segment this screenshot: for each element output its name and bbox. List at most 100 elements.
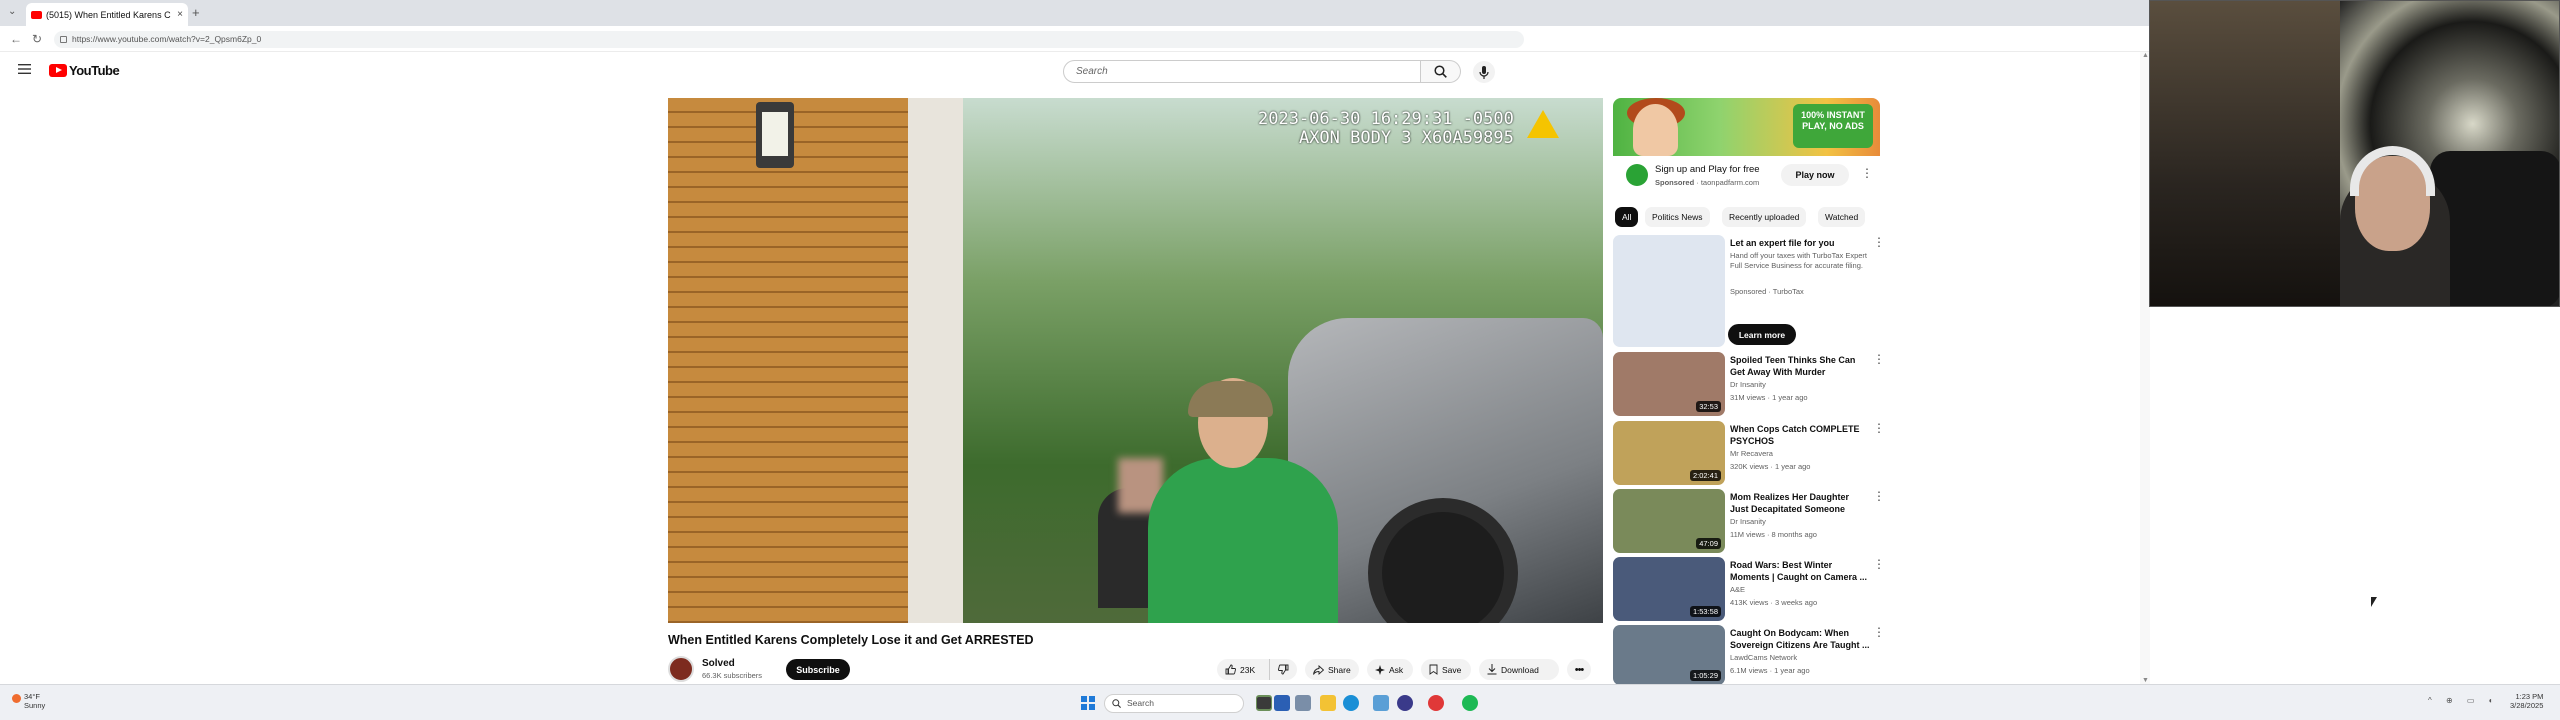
- weather-widget[interactable]: 34°F Sunny: [12, 692, 45, 710]
- recommended-channel-name[interactable]: Mr Recavera: [1730, 449, 1870, 459]
- channel-avatar[interactable]: [668, 656, 694, 682]
- more-vertical-icon[interactable]: ⋮: [1873, 421, 1885, 435]
- recommended-channel-name[interactable]: Dr Insanity: [1730, 380, 1870, 390]
- video-player[interactable]: [668, 98, 1603, 623]
- house-siding-image: [668, 98, 930, 623]
- recommended-channel-name[interactable]: Hand off your taxes with TurboTax Expert…: [1730, 251, 1870, 271]
- ad-banner-image[interactable]: 100% INSTANT PLAY, NO ADS: [1613, 98, 1880, 156]
- recommended-channel-name[interactable]: A&E: [1730, 585, 1870, 595]
- share-label: Share: [1328, 664, 1351, 675]
- woman-cap-image: [1188, 381, 1273, 417]
- new-tab-button[interactable]: +: [192, 5, 200, 20]
- taskbar-clock[interactable]: 1:23 PM 3/28/2025: [2510, 692, 2543, 710]
- webcam-wall-image: [2150, 1, 2350, 306]
- sparkle-icon: [1375, 664, 1385, 675]
- recommended-video-title[interactable]: Road Wars: Best Winter Moments | Caught …: [1730, 559, 1870, 583]
- bookmark-icon: [1429, 664, 1438, 675]
- taskbar-app-icon[interactable]: [1295, 695, 1311, 711]
- ask-label: Ask: [1389, 664, 1404, 675]
- more-horizontal-icon: •••: [1574, 663, 1585, 676]
- recommended-video-meta: 413K views · 3 weeks ago: [1730, 598, 1818, 607]
- recommended-video-meta: 11M views · 8 months ago: [1730, 530, 1817, 539]
- browser-tab-bar: [0, 0, 2150, 26]
- video-thumbnail[interactable]: 1:53:58: [1613, 557, 1725, 621]
- bodycam-timestamp-overlay: 2023-06-30 16:29:31 -0500 AXON BODY 3 X6…: [1258, 110, 1514, 148]
- learn-more-button[interactable]: Learn more: [1728, 324, 1796, 345]
- mouse-cursor-icon: [2371, 597, 2377, 607]
- spotify-icon[interactable]: [1462, 695, 1478, 711]
- url-field[interactable]: https://www.youtube.com/watch?v=2_Qpsm6Z…: [54, 31, 1524, 48]
- video-thumbnail[interactable]: [1613, 235, 1725, 347]
- video-thumbnail[interactable]: 1:05:29: [1613, 625, 1725, 685]
- recommended-video-title[interactable]: Mom Realizes Her Daughter Just Decapitat…: [1730, 491, 1870, 515]
- like-button[interactable]: 23K: [1217, 659, 1269, 680]
- bodycam-timestamp: 2023-06-30 16:29:31 -0500: [1258, 109, 1514, 129]
- file-explorer-icon[interactable]: [1320, 695, 1336, 711]
- back-arrow-icon[interactable]: ←: [10, 32, 22, 46]
- recommended-video-title[interactable]: When Cops Catch COMPLETE PSYCHOS: [1730, 423, 1870, 447]
- dislike-button[interactable]: [1269, 659, 1297, 680]
- chip-watched[interactable]: Watched: [1818, 207, 1866, 227]
- more-actions-button[interactable]: •••: [1567, 659, 1591, 680]
- ad-more-vertical-icon[interactable]: ⋮: [1861, 166, 1873, 180]
- channel-name[interactable]: Solved: [702, 658, 735, 669]
- video-thumbnail[interactable]: 32:53: [1613, 352, 1725, 416]
- weather-sun-icon: [12, 694, 21, 703]
- search-input[interactable]: Search: [1063, 60, 1421, 83]
- url-text: https://www.youtube.com/watch?v=2_Qpsm6Z…: [72, 34, 262, 44]
- hamburger-menu-icon[interactable]: [18, 64, 31, 74]
- discord-icon[interactable]: [1397, 695, 1413, 711]
- video-title: When Entitled Karens Completely Lose it …: [668, 633, 1034, 647]
- recommended-video-title[interactable]: Caught On Bodycam: When Sovereign Citize…: [1730, 627, 1870, 651]
- video-thumbnail[interactable]: 47:09: [1613, 489, 1725, 553]
- more-vertical-icon[interactable]: ⋮: [1873, 235, 1885, 249]
- edge-browser-icon[interactable]: [1343, 695, 1359, 711]
- advertiser-logo-icon[interactable]: [1626, 164, 1648, 186]
- chip-politics-news[interactable]: Politics News: [1645, 207, 1710, 227]
- ask-button[interactable]: Ask: [1367, 659, 1413, 680]
- chrome-icon[interactable]: [1428, 695, 1444, 711]
- recommended-video-title[interactable]: Let an expert file for you: [1730, 237, 1870, 249]
- microphone-icon: [1479, 65, 1489, 79]
- subscribe-button[interactable]: Subscribe: [786, 659, 850, 680]
- youtube-favicon-icon: [31, 10, 42, 19]
- youtube-logo[interactable]: YouTube: [49, 63, 120, 78]
- tab-close-icon[interactable]: ×: [177, 9, 183, 20]
- tab-list-chevron-icon[interactable]: ⌄: [8, 6, 16, 17]
- save-button[interactable]: Save: [1421, 659, 1471, 680]
- subscriber-count: 66.3K subscribers: [702, 671, 763, 680]
- recommended-channel-name[interactable]: LawdCams Network: [1730, 653, 1870, 663]
- task-view-icon[interactable]: [1257, 697, 1271, 709]
- chip-all[interactable]: All: [1615, 207, 1639, 227]
- browser-tab[interactable]: (5015) When Entitled Karens C ×: [26, 3, 188, 26]
- taskbar-search-placeholder: Search: [1127, 698, 1154, 708]
- more-vertical-icon[interactable]: ⋮: [1873, 352, 1885, 366]
- scroll-up-icon[interactable]: ▲: [2142, 52, 2149, 59]
- recommended-channel-name[interactable]: Dr Insanity: [1730, 517, 1870, 527]
- chip-recently-uploaded[interactable]: Recently uploaded: [1722, 207, 1807, 227]
- video-duration-badge: 1:05:29: [1689, 670, 1721, 681]
- search-button[interactable]: [1421, 60, 1461, 83]
- system-tray-icons[interactable]: ^ ⊕ ▭ ◐: [2428, 696, 2500, 705]
- youtube-logo-text: YouTube: [69, 63, 120, 78]
- more-vertical-icon[interactable]: ⋮: [1873, 557, 1885, 571]
- microsoft-store-icon[interactable]: [1373, 695, 1389, 711]
- windows-start-icon[interactable]: [1081, 696, 1095, 710]
- more-vertical-icon[interactable]: ⋮: [1873, 625, 1885, 639]
- download-button[interactable]: Download: [1479, 659, 1559, 680]
- recommended-video-meta: Sponsored · TurboTax: [1730, 287, 1804, 296]
- taskbar-search-input[interactable]: Search: [1104, 694, 1244, 713]
- ad-title[interactable]: Sign up and Play for free: [1655, 164, 1760, 175]
- video-thumbnail[interactable]: 2:02:41: [1613, 421, 1725, 485]
- share-button[interactable]: Share: [1305, 659, 1359, 680]
- scroll-down-icon[interactable]: ▼: [2142, 677, 2149, 684]
- ad-domain: taonpadfarm.com: [1700, 178, 1760, 187]
- more-vertical-icon[interactable]: ⋮: [1873, 489, 1885, 503]
- video-duration-badge: 1:53:58: [1689, 606, 1721, 617]
- voice-search-button[interactable]: [1473, 61, 1495, 83]
- download-label: Download: [1501, 664, 1539, 675]
- copilot-icon[interactable]: [1274, 695, 1290, 711]
- play-now-button[interactable]: Play now: [1781, 164, 1849, 186]
- reload-icon[interactable]: ↻: [32, 32, 42, 46]
- recommended-video-title[interactable]: Spoiled Teen Thinks She Can Get Away Wit…: [1730, 354, 1870, 378]
